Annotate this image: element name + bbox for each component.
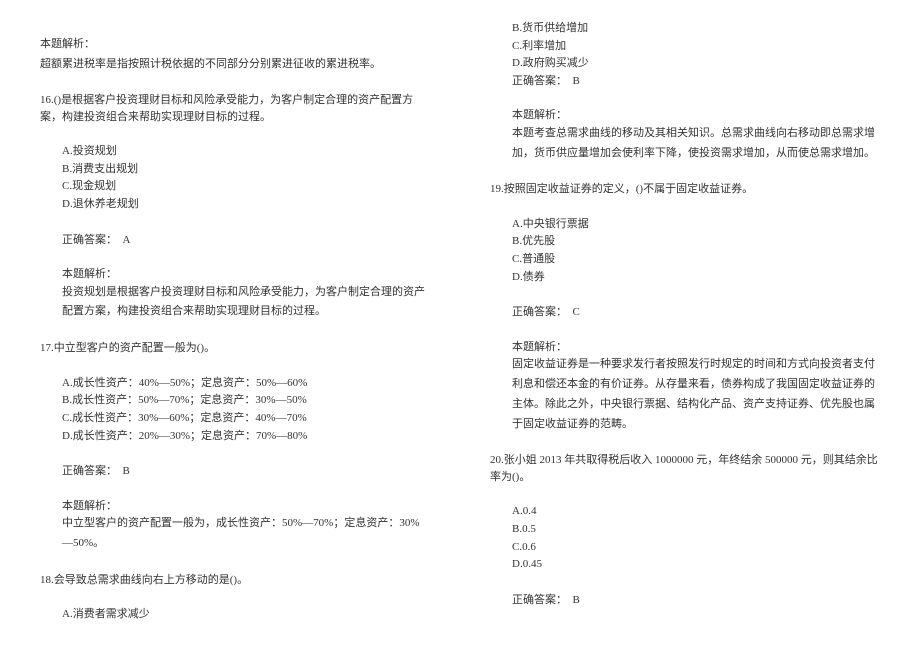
- q15-explain: 超额累进税率是指按照计税依据的不同部分分别累进征收的累进税率。: [40, 55, 430, 75]
- explain-label: 本题解析：: [62, 266, 430, 283]
- q19-explain-block: 本题解析： 固定收益证券是一种要求发行者按照发行时规定的时间和方式向投资者支付利…: [490, 339, 880, 435]
- q17-choice-d: D.成长性资产：20%—30%；定息资产：70%—80%: [62, 428, 430, 446]
- q20-choice-d: D.0.45: [512, 556, 880, 574]
- q17-explain: 中立型客户的资产配置一般为，成长性资产：50%—70%；定息资产：30%—50%…: [62, 514, 430, 554]
- q20-answer: B: [573, 594, 580, 606]
- q20-answer-line: 正确答案： B: [490, 592, 880, 609]
- q20-choices: A.0.4 B.0.5 C.0.6 D.0.45: [490, 503, 880, 573]
- document-page: 本题解析： 超额累进税率是指按照计税依据的不同部分分别累进征收的累进税率。 16…: [40, 20, 880, 630]
- q17-answer-line: 正确答案： B: [40, 463, 430, 480]
- q19-choice-b: B.优先股: [512, 233, 880, 251]
- q18-explain: 本题考查总需求曲线的移动及其相关知识。总需求曲线向右移动即总需求增加，货币供应量…: [512, 124, 880, 164]
- q16-answer-line: 正确答案： A: [40, 232, 430, 249]
- q17-choice-b: B.成长性资产：50%—70%；定息资产：30%—50%: [62, 392, 430, 410]
- q20-choice-b: B.0.5: [512, 521, 880, 539]
- q16-stem: 16.()是根据客户投资理财目标和风险承受能力，为客户制定合理的资产配置方案，构…: [40, 92, 430, 125]
- q16-choice-b: B.消费支出规划: [62, 161, 430, 179]
- q17-explain-block: 本题解析： 中立型客户的资产配置一般为，成长性资产：50%—70%；定息资产：3…: [40, 498, 430, 554]
- q19-explain: 固定收益证券是一种要求发行者按照发行时规定的时间和方式向投资者支付利息和偿还本金…: [512, 355, 880, 434]
- answer-label: 正确答案：: [512, 594, 567, 606]
- q16-choice-d: D.退休养老规划: [62, 196, 430, 214]
- q16-explain: 投资规划是根据客户投资理财目标和风险承受能力，为客户制定合理的资产配置方案，构建…: [62, 283, 430, 323]
- q17-answer: B: [123, 465, 130, 477]
- q18-choice-d: D.政府购买减少: [512, 55, 880, 73]
- q18-choices-cd: C.利率增加 D.政府购买减少: [490, 38, 880, 73]
- q18-stem: 18.会导致总需求曲线向右上方移动的是()。: [40, 572, 430, 589]
- explain-label: 本题解析：: [512, 339, 880, 356]
- q18-explain-block: 本题解析： 本题考查总需求曲线的移动及其相关知识。总需求曲线向右移动即总需求增加…: [490, 107, 880, 163]
- answer-label: 正确答案：: [62, 465, 117, 477]
- answer-label: 正确答案：: [512, 306, 567, 318]
- q20-stem: 20.张小姐 2013 年共取得税后收入 1000000 元，年终结余 5000…: [490, 452, 880, 485]
- q18-choice-b: B.货币供给增加: [512, 20, 880, 38]
- q17-stem: 17.中立型客户的资产配置一般为()。: [40, 340, 430, 357]
- q18-choice-c: C.利率增加: [512, 38, 880, 56]
- q16-explain-block: 本题解析： 投资规划是根据客户投资理财目标和风险承受能力，为客户制定合理的资产配…: [40, 266, 430, 322]
- q16-choice-a: A.投资规划: [62, 143, 430, 161]
- q17-choices: A.成长性资产：40%—50%；定息资产：50%—60% B.成长性资产：50%…: [40, 375, 430, 445]
- q20-choice-c: C.0.6: [512, 539, 880, 557]
- q19-answer-line: 正确答案： C: [490, 304, 880, 321]
- answer-label: 正确答案：: [512, 75, 567, 87]
- q18-choice-a: A.消费者需求减少: [62, 606, 430, 624]
- explain-label: 本题解析：: [512, 107, 880, 124]
- answer-label: 正确答案：: [62, 234, 117, 246]
- q17-choice-c: C.成长性资产：30%—60%；定息资产：40%—70%: [62, 410, 430, 428]
- q19-choice-d: D.债券: [512, 269, 880, 287]
- q18-answer: B: [573, 75, 580, 87]
- q17-choice-a: A.成长性资产：40%—50%；定息资产：50%—60%: [62, 375, 430, 393]
- q18-answer-line: 正确答案： B: [490, 73, 880, 90]
- q16-answer: A: [123, 234, 131, 246]
- explain-label: 本题解析：: [40, 36, 430, 53]
- q19-choice-a: A.中央银行票据: [512, 216, 880, 234]
- q19-choices: A.中央银行票据 B.优先股 C.普通股 D.债券: [490, 216, 880, 286]
- q16-choices: A.投资规划 B.消费支出规划 C.现金规划 D.退休养老规划: [40, 143, 430, 213]
- q20-choice-a: A.0.4: [512, 503, 880, 521]
- q15-explain-block: 本题解析： 超额累进税率是指按照计税依据的不同部分分别累进征收的累进税率。: [40, 36, 430, 74]
- q19-answer: C: [573, 306, 580, 318]
- q16-choice-c: C.现金规划: [62, 178, 430, 196]
- q19-choice-c: C.普通股: [512, 251, 880, 269]
- explain-label: 本题解析：: [62, 498, 430, 515]
- q19-stem: 19.按照固定收益证券的定义，()不属于固定收益证券。: [490, 181, 880, 198]
